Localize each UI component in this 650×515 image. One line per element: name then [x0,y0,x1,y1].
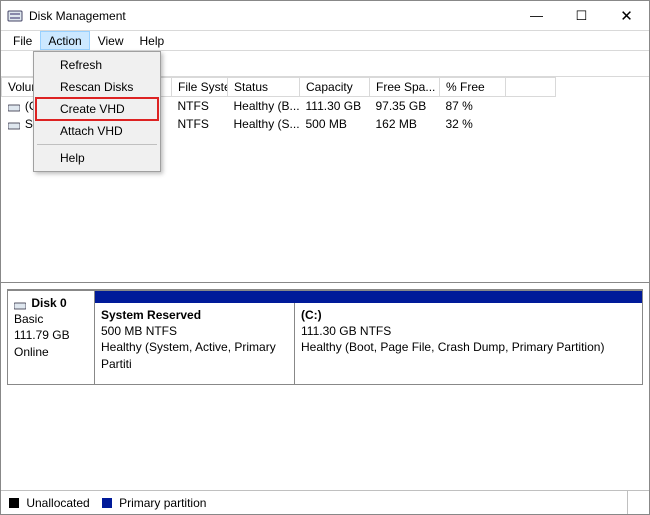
disk-icon [14,299,26,309]
partition-status: Healthy (Boot, Page File, Crash Dump, Pr… [301,339,636,355]
col-capacity[interactable]: Capacity [300,78,370,97]
window-title: Disk Management [29,9,514,23]
action-separator [37,144,157,145]
disk-mgmt-icon [7,8,23,24]
partition-c[interactable]: (C:) 111.30 GB NTFS Healthy (Boot, Page … [295,303,642,384]
action-attach-vhd[interactable]: Attach VHD [36,120,158,142]
disk-state: Online [14,345,49,359]
legend-unallocated-label: Unallocated [26,496,89,510]
disk-partitions: System Reserved 500 MB NTFS Healthy (Sys… [95,290,643,385]
partition-stripe [95,291,642,303]
bottom-spacer [1,385,649,449]
partition-name: (C:) [301,307,636,323]
cell-free: 162 MB [370,115,440,133]
legend-unallocated: Unallocated [9,496,90,510]
cell-cap: 111.30 GB [300,97,370,116]
swatch-blue-icon [102,498,112,508]
disk-kind: Basic [14,312,43,326]
action-refresh[interactable]: Refresh [36,54,158,76]
minimize-button[interactable]: — [514,1,559,30]
close-button[interactable]: ✕ [604,1,649,30]
disk-panel: Disk 0 Basic 111.79 GB Online System Res… [7,289,643,385]
partition-system-reserved[interactable]: System Reserved 500 MB NTFS Healthy (Sys… [95,303,295,384]
cell-status: Healthy (B... [228,97,300,116]
action-dropdown: Refresh Rescan Disks Create VHD Attach V… [33,51,161,172]
title-bar: Disk Management — ☐ ✕ [1,1,649,31]
cell-pct: 87 % [440,97,506,116]
legend-primary-label: Primary partition [119,496,206,510]
col-filesystem[interactable]: File System [172,78,228,97]
partition-status: Healthy (System, Active, Primary Partiti [101,339,288,371]
menu-action[interactable]: Action [40,31,89,50]
menu-bar: File Action View Help [1,31,649,51]
partition-size: 500 MB NTFS [101,323,288,339]
action-rescan-disks[interactable]: Rescan Disks [36,76,158,98]
drive-icon [8,102,20,112]
menu-file[interactable]: File [5,31,40,50]
maximize-button[interactable]: ☐ [559,1,604,30]
legend-primary: Primary partition [102,496,207,510]
drive-icon [8,120,20,130]
disk-info[interactable]: Disk 0 Basic 111.79 GB Online [7,290,95,385]
menu-view[interactable]: View [90,31,132,50]
col-spacer [506,78,556,97]
cell-fs: NTFS [172,97,228,116]
partition-name: System Reserved [101,307,288,323]
cell-free: 97.35 GB [370,97,440,116]
cell-status: Healthy (S... [228,115,300,133]
resize-grip-icon[interactable] [627,491,649,514]
col-free[interactable]: Free Spa... [370,78,440,97]
disk-size: 111.79 GB [14,328,70,342]
cell-pct: 32 % [440,115,506,133]
col-pct-free[interactable]: % Free [440,78,506,97]
cell-cap: 500 MB [300,115,370,133]
cell-fs: NTFS [172,115,228,133]
action-help[interactable]: Help [36,147,158,169]
swatch-black-icon [9,498,19,508]
window-controls: — ☐ ✕ [514,1,649,30]
col-status[interactable]: Status [228,78,300,97]
disk-name: Disk 0 [31,296,66,310]
partition-size: 111.30 GB NTFS [301,323,636,339]
legend-bar: Unallocated Primary partition [1,490,649,514]
menu-help[interactable]: Help [132,31,173,50]
action-create-vhd[interactable]: Create VHD [36,98,158,120]
